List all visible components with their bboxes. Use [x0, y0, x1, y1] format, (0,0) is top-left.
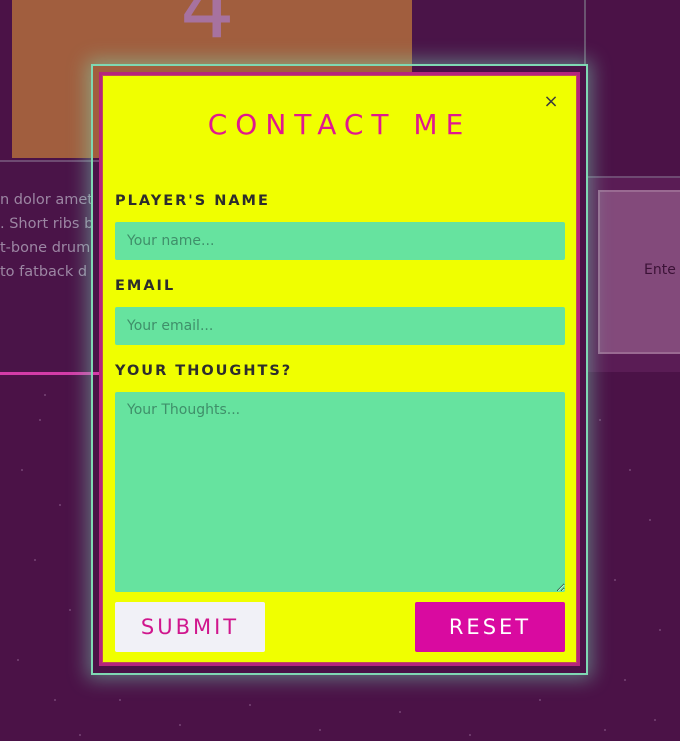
name-label: PLAYER'S NAME: [115, 193, 270, 209]
background-card-strip: [412, 0, 586, 64]
background-card-right-text: Ente: [644, 262, 676, 278]
background-text-line: to fatback d: [0, 264, 88, 280]
background-text-line: n dolor amet: [0, 192, 93, 208]
name-input[interactable]: [115, 222, 565, 260]
reset-button[interactable]: RESET: [415, 602, 565, 652]
email-label: EMAIL: [115, 278, 176, 294]
modal-title: CONTACT ME: [207, 108, 472, 141]
submit-button[interactable]: SUBMIT: [115, 602, 265, 652]
thoughts-label: YOUR THOUGHTS?: [115, 363, 293, 379]
background-text-line: t-bone drum: [0, 240, 91, 256]
background-card-number: 4: [180, 0, 235, 58]
email-input[interactable]: [115, 307, 565, 345]
thoughts-textarea[interactable]: [115, 392, 565, 592]
background-text-line: . Short ribs b: [0, 216, 94, 232]
background-card-text: n dolor amet . Short ribs b t-bone drum …: [0, 188, 100, 284]
